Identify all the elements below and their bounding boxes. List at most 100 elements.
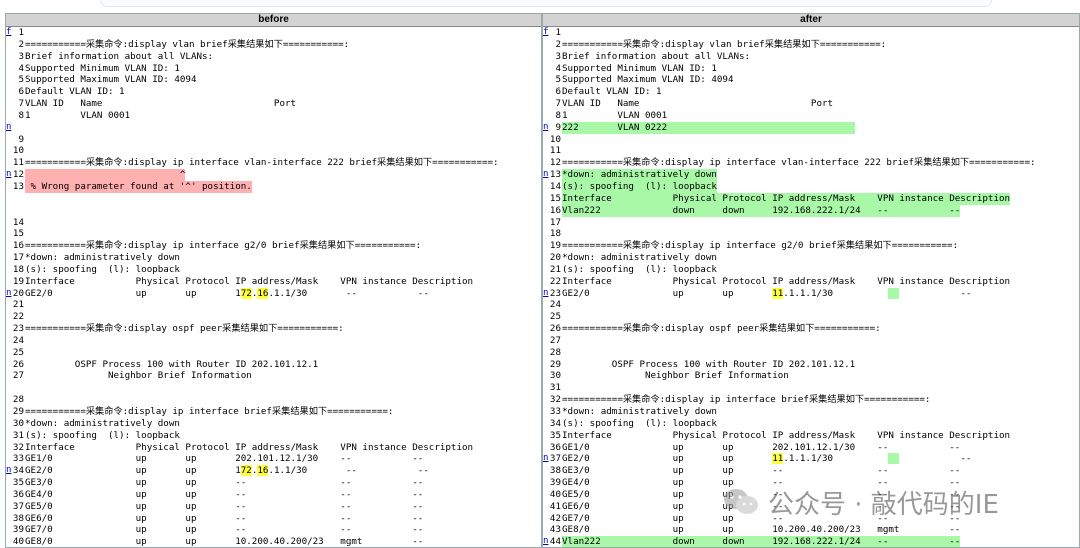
line-number: 9	[555, 121, 561, 133]
line-text: *down: administratively down	[25, 417, 180, 429]
line-text: *down: administratively down	[562, 406, 717, 417]
line-text: GE5/0 up up -- -- --	[25, 500, 424, 512]
line-number: 20	[12, 287, 24, 299]
diff-line: 6 Default VLAN ID: 1	[543, 86, 1079, 98]
line-text: Brief information about all VLANs:	[562, 50, 751, 62]
line-number: 22	[549, 275, 561, 287]
diff-line: 36 GE4/0 up up -- -- --	[6, 489, 541, 501]
line-text: GE2/0 up up 11.1.1.1/30 --	[562, 287, 971, 300]
line-number: 21	[12, 299, 24, 311]
text-segment: .1.1/30 -- --	[268, 465, 429, 477]
line-text: ===========采集命令:display ip interface vla…	[562, 157, 1036, 169]
diff-line: 81 VLAN 0001	[543, 110, 1079, 122]
diff-line: 18	[543, 228, 1079, 240]
before-pane[interactable]: before f 1 2 ===========采集命令:display vlan b…	[5, 13, 542, 548]
line-text: GE8/0 up up 10.200.40.200/23 mgmt --	[25, 536, 424, 548]
diff-line: 33 GE1/0 up up 202.101.12.1/30 -- --	[6, 453, 541, 465]
diff-line: 81 VLAN 0001	[6, 110, 541, 122]
line-number: 33	[549, 406, 561, 417]
line-text: ===========采集命令:display ip interface bri…	[562, 394, 931, 406]
diff-line: 15	[6, 228, 541, 240]
line-number: 8	[555, 109, 561, 121]
diff-line: 25	[543, 311, 1079, 323]
diff-line: 43 GE8/0 up up 10.200.40.200/23 mgmt --	[543, 524, 1079, 536]
diff-line: 4 Supported Minimum VLAN ID: 1	[6, 63, 541, 75]
diff-line: n 23 GE2/0 up up 11.1.1.1/30 --	[543, 287, 1079, 300]
line-text: *down: administratively down	[562, 169, 717, 181]
line-number: 6	[18, 86, 24, 98]
after-pane-title: after	[543, 14, 1079, 27]
diff-line: 17	[543, 217, 1079, 229]
wechat-icon	[724, 489, 758, 514]
line-number: 32	[12, 441, 24, 453]
line-text: Interface Physical Protocol IP address/M…	[562, 192, 1011, 205]
diff-line: 32 ===========采集命令:display ip interface b…	[543, 394, 1079, 406]
diff-line: 14	[6, 217, 541, 229]
line-number: 23	[549, 287, 561, 299]
line-text: Neighbor Brief Information	[562, 370, 789, 382]
line-number: 43	[549, 524, 561, 536]
watermark: 公众号 · 敲代码的IE	[722, 482, 999, 522]
diff-line: 33 *down: administratively down	[543, 406, 1079, 418]
line-text: *down: administratively down	[25, 252, 180, 264]
line-text: GE6/0 up up -- -- --	[25, 512, 424, 524]
line-number: 37	[549, 453, 561, 465]
diff-line: 24	[543, 299, 1079, 311]
line-number: 26	[12, 358, 24, 370]
line-number: 35	[12, 477, 24, 489]
line-text: ===========采集命令:display ip interface vla…	[25, 157, 499, 169]
line-text: GE1/0 up up 202.101.12.1/30 -- --	[562, 441, 961, 453]
changed-text: 11	[772, 453, 784, 465]
line-text: Default VLAN ID: 1	[562, 86, 662, 98]
diff-line: 23 ===========采集命令:display ospf peer采集结果如…	[6, 323, 541, 335]
diff-line: 28	[543, 347, 1079, 359]
diff-line: 7 VLAN ID Name Port	[543, 98, 1079, 110]
line-text: GE2/0 up up 11.1.1.1/30 --	[562, 453, 971, 465]
diff-line: 20 *down: administratively down	[543, 252, 1079, 264]
diff-line: 15 Interface Physical Protocol IP address…	[543, 192, 1079, 205]
line-number: 38	[12, 512, 24, 524]
line-text: OSPF Process 100 with Router ID 202.101.…	[25, 358, 319, 370]
diff-line: 10	[543, 134, 1079, 146]
diff-line: 22	[6, 311, 541, 323]
line-text: Supported Minimum VLAN ID: 1	[562, 62, 717, 74]
diff-line: 5 Supported Maximum VLAN ID: 4094	[6, 74, 541, 86]
line-number: 19	[549, 240, 561, 252]
line-text: % Wrong parameter found at '^' position.	[25, 180, 252, 193]
line-number: 4	[555, 62, 561, 74]
line-text: ===========采集命令:display ip interface bri…	[25, 406, 394, 417]
after-pane[interactable]: after f 1 2 ===========采集命令:display vlan br…	[542, 13, 1080, 548]
line-number: 44	[549, 536, 561, 548]
line-text: GE3/0 up up -- -- --	[562, 465, 961, 477]
line-number: 24	[549, 299, 561, 311]
line-text: ===========采集命令:display ip interface g2/…	[562, 240, 959, 252]
line-number: 40	[12, 536, 24, 548]
line-text: VLAN ID Name Port	[562, 98, 834, 110]
line-number: 39	[549, 477, 561, 489]
diff-line: 11	[543, 145, 1079, 157]
line-number: 14	[549, 180, 561, 192]
diff-line: 26 ===========采集命令:display ospf peer采集结果如…	[543, 323, 1079, 335]
diff-line: 39 GE7/0 up up -- -- --	[6, 524, 541, 536]
line-number: 32	[549, 394, 561, 406]
window-top-bar	[0, 0, 1080, 12]
diff-line: 34 (s): spoofing (l): loopback	[543, 418, 1079, 430]
line-number: 4	[18, 62, 24, 74]
line-number: 19	[12, 275, 24, 287]
line-text: OSPF Process 100 with Router ID 202.101.…	[562, 358, 856, 370]
text-segment: GE2/0 up up	[562, 287, 773, 299]
line-number: 7	[555, 98, 561, 110]
diff-line	[6, 382, 541, 394]
diff-line: 31	[543, 382, 1079, 394]
diff-line: 37 GE5/0 up up -- -- --	[6, 501, 541, 513]
line-text: Brief information about all VLANs:	[25, 50, 214, 62]
diff-line: n 37 GE2/0 up up 11.1.1.1/30 --	[543, 453, 1079, 465]
line-number: 35	[549, 429, 561, 441]
line-number: 13	[549, 169, 561, 181]
diff-line: 26 OSPF Process 100 with Router ID 202.1…	[6, 359, 541, 371]
diff-line: 11 ===========采集命令:display ip interface v…	[6, 157, 541, 169]
diff-line: 6 Default VLAN ID: 1	[6, 86, 541, 98]
diff-line: 36 GE1/0 up up 202.101.12.1/30 -- --	[543, 442, 1079, 454]
line-number: 37	[12, 500, 24, 512]
diff-line: 40 GE8/0 up up 10.200.40.200/23 mgmt --	[6, 536, 541, 548]
